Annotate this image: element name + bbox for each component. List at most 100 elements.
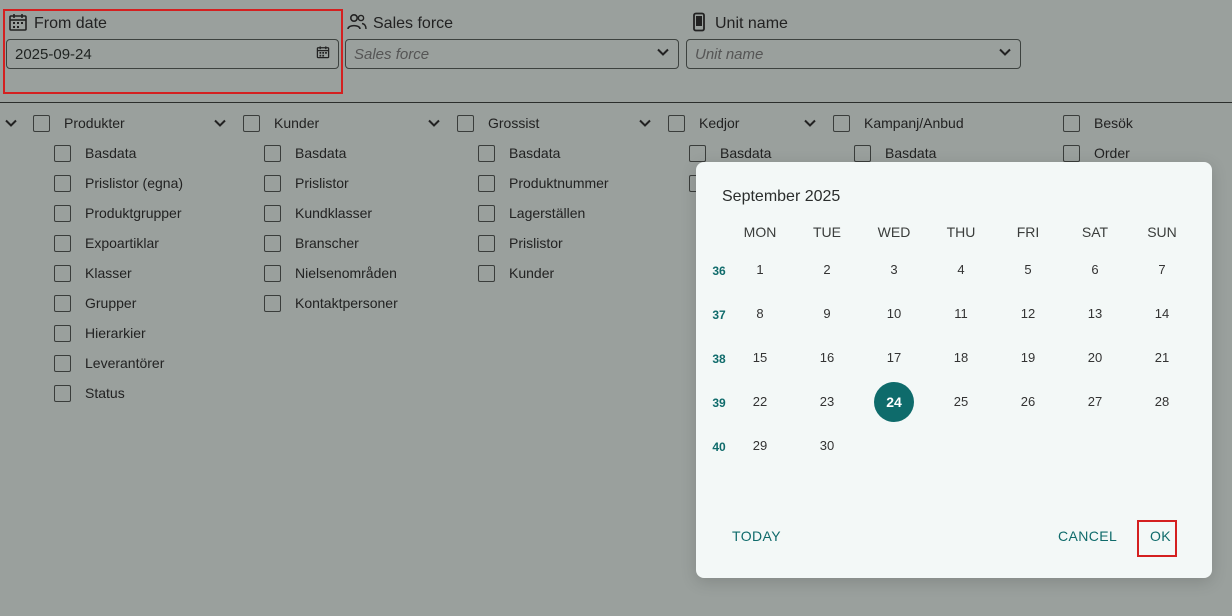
checkbox[interactable]: [478, 144, 495, 162]
calendar-day[interactable]: 13: [1075, 294, 1115, 334]
checkbox[interactable]: [243, 114, 260, 132]
checkbox[interactable]: [264, 204, 281, 222]
calendar-day[interactable]: 29: [740, 426, 780, 466]
list-item[interactable]: Basdata: [854, 143, 936, 163]
checkbox[interactable]: [54, 234, 71, 252]
unit-name-input[interactable]: [695, 45, 998, 63]
calendar-day[interactable]: 19: [1008, 338, 1048, 378]
list-item[interactable]: Basdata: [54, 143, 136, 163]
list-item[interactable]: Expoartiklar: [54, 233, 159, 253]
calendar-day[interactable]: 21: [1142, 338, 1182, 378]
calendar-day[interactable]: 14: [1142, 294, 1182, 334]
calendar-day[interactable]: 5: [1008, 250, 1048, 290]
calendar-day[interactable]: 2: [807, 250, 847, 290]
calendar-day[interactable]: 12: [1008, 294, 1048, 334]
checkbox[interactable]: [54, 174, 71, 192]
calendar-day[interactable]: 6: [1075, 250, 1115, 290]
list-item[interactable]: Kunder: [478, 263, 554, 283]
checkbox[interactable]: [54, 354, 71, 372]
list-item[interactable]: Produktnummer: [478, 173, 609, 193]
list-item[interactable]: Basdata: [689, 143, 771, 163]
calendar-day[interactable]: 16: [807, 338, 847, 378]
list-item[interactable]: Status: [54, 383, 125, 403]
checkbox[interactable]: [264, 294, 281, 312]
calendar-day[interactable]: 28: [1142, 382, 1182, 422]
list-item[interactable]: Lagerställen: [478, 203, 585, 223]
list-item[interactable]: Klasser: [54, 263, 132, 283]
calendar-day[interactable]: 15: [740, 338, 780, 378]
list-item[interactable]: Order: [1063, 143, 1130, 163]
unit-name-select[interactable]: [686, 39, 1021, 69]
checkbox[interactable]: [264, 174, 281, 192]
calendar-day[interactable]: 20: [1075, 338, 1115, 378]
checkbox[interactable]: [1063, 114, 1080, 132]
list-item[interactable]: Kontaktpersoner: [264, 293, 398, 313]
calendar-day[interactable]: 18: [941, 338, 981, 378]
calendar-day[interactable]: 23: [807, 382, 847, 422]
checkbox[interactable]: [478, 204, 495, 222]
list-item[interactable]: Nielsenområden: [264, 263, 397, 283]
checkbox[interactable]: [54, 384, 71, 402]
chevron-down-icon[interactable]: [998, 45, 1012, 63]
list-item[interactable]: Basdata: [264, 143, 346, 163]
calendar-day[interactable]: 26: [1008, 382, 1048, 422]
list-item[interactable]: Hierarkier: [54, 323, 146, 343]
checkbox[interactable]: [854, 144, 871, 162]
checkbox[interactable]: [478, 174, 495, 192]
calendar-day[interactable]: 27: [1075, 382, 1115, 422]
cancel-button[interactable]: CANCEL: [1058, 528, 1117, 544]
checkbox[interactable]: [264, 144, 281, 162]
calendar-day[interactable]: 8: [740, 294, 780, 334]
calendar-day[interactable]: 11: [941, 294, 981, 334]
chevron-down-icon[interactable]: [637, 115, 653, 131]
checkbox[interactable]: [689, 144, 706, 162]
group-grossist[interactable]: Grossist: [457, 113, 539, 133]
checkbox[interactable]: [54, 324, 71, 342]
checkbox[interactable]: [833, 114, 850, 132]
group-besok[interactable]: Besök: [1063, 113, 1133, 133]
checkbox[interactable]: [54, 144, 71, 162]
chevron-down-icon[interactable]: [426, 115, 442, 131]
calendar-day[interactable]: 7: [1142, 250, 1182, 290]
checkbox[interactable]: [478, 264, 495, 282]
calendar-day[interactable]: 3: [874, 250, 914, 290]
chevron-down-icon[interactable]: [3, 115, 19, 131]
calendar-day[interactable]: 10: [874, 294, 914, 334]
checkbox[interactable]: [264, 234, 281, 252]
list-item[interactable]: Leverantörer: [54, 353, 164, 373]
sales-force-input[interactable]: [354, 45, 656, 63]
group-produkter[interactable]: Produkter: [33, 113, 125, 133]
list-item[interactable]: Prislistor: [478, 233, 563, 253]
checkbox[interactable]: [54, 264, 71, 282]
list-item[interactable]: Basdata: [478, 143, 560, 163]
list-item[interactable]: Prislistor: [264, 173, 349, 193]
calendar-day[interactable]: 30: [807, 426, 847, 466]
calendar-day[interactable]: 4: [941, 250, 981, 290]
calendar-day[interactable]: 22: [740, 382, 780, 422]
calendar-day[interactable]: 1: [740, 250, 780, 290]
chevron-down-icon[interactable]: [656, 45, 670, 63]
today-button[interactable]: TODAY: [732, 528, 781, 544]
checkbox[interactable]: [54, 204, 71, 222]
calendar-day[interactable]: 17: [874, 338, 914, 378]
checkbox[interactable]: [264, 264, 281, 282]
list-item[interactable]: Kundklasser: [264, 203, 372, 223]
calendar-day[interactable]: 9: [807, 294, 847, 334]
checkbox[interactable]: [33, 114, 50, 132]
group-kedjor[interactable]: Kedjor: [668, 113, 739, 133]
group-kampanj-anbud[interactable]: Kampanj/Anbud: [833, 113, 964, 133]
chevron-down-icon[interactable]: [212, 115, 228, 131]
checkbox[interactable]: [478, 234, 495, 252]
checkbox[interactable]: [668, 114, 685, 132]
group-kunder[interactable]: Kunder: [243, 113, 319, 133]
calendar-day[interactable]: 25: [941, 382, 981, 422]
chevron-down-icon[interactable]: [802, 115, 818, 131]
sales-force-select[interactable]: [345, 39, 679, 69]
list-item[interactable]: Prislistor (egna): [54, 173, 183, 193]
list-item[interactable]: Produktgrupper: [54, 203, 182, 223]
checkbox[interactable]: [1063, 144, 1080, 162]
calendar-day-selected[interactable]: 24: [874, 382, 914, 422]
list-item[interactable]: Grupper: [54, 293, 136, 313]
list-item[interactable]: Branscher: [264, 233, 359, 253]
checkbox[interactable]: [457, 114, 474, 132]
